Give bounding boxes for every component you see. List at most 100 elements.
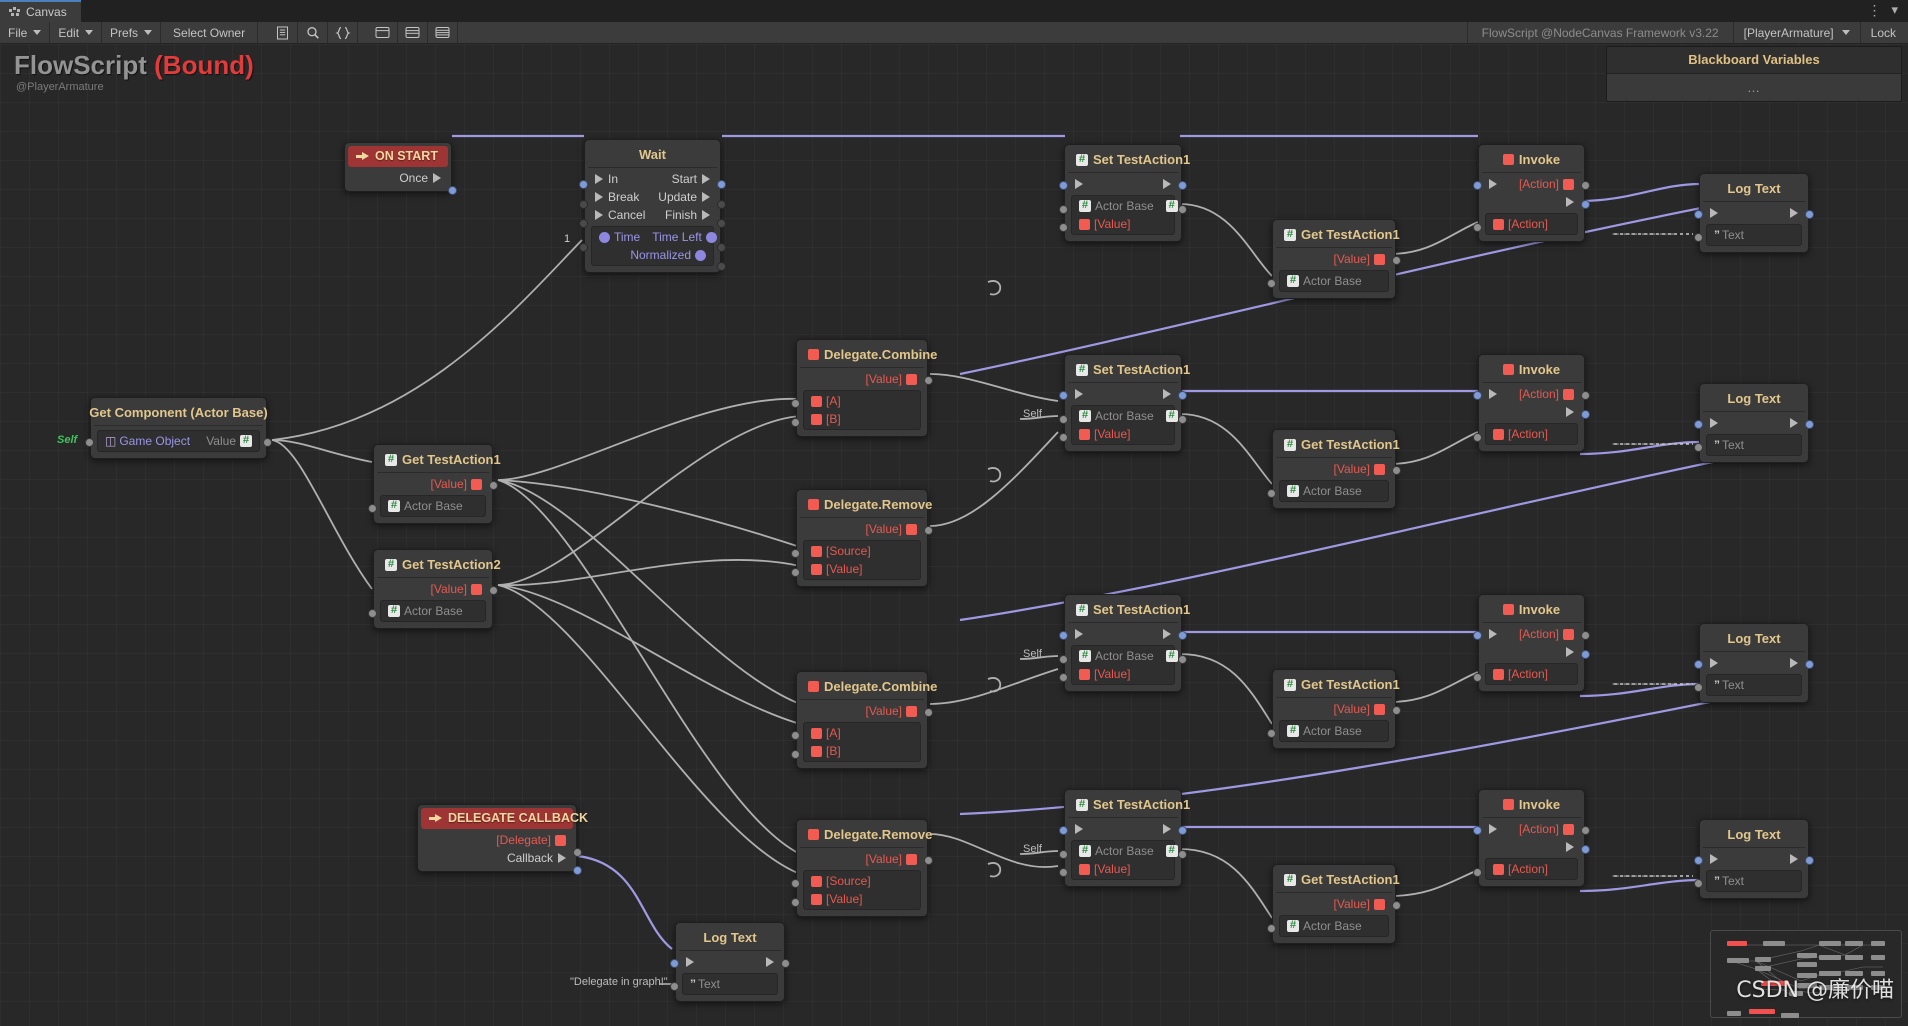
node-invoke-2[interactable]: Invoke [Action] [Action] xyxy=(1473,354,1590,452)
port-value-out[interactable]: [Value] xyxy=(800,370,924,388)
port-value[interactable]: [Value] xyxy=(1072,425,1174,443)
knob-value-out[interactable] xyxy=(1392,256,1401,265)
port-actor-base[interactable]: # Actor Base xyxy=(1280,917,1388,935)
knob-actor-base-out[interactable] xyxy=(1178,655,1187,664)
knob-actor-base-in[interactable] xyxy=(1059,415,1068,424)
knob-text-in[interactable] xyxy=(1694,879,1703,888)
port-a[interactable]: [A] xyxy=(804,392,920,410)
node-delegate-remove-2[interactable]: Delegate.Remove [Value] [Source] [Value] xyxy=(791,819,933,917)
knob-text-in[interactable] xyxy=(1694,443,1703,452)
knob-once-out[interactable] xyxy=(448,186,457,195)
knob-text-in[interactable] xyxy=(670,982,679,991)
knob-a-in[interactable] xyxy=(791,731,800,740)
node-delegate-combine-2[interactable]: Delegate.Combine [Value] [A] [B] xyxy=(791,671,937,769)
node-invoke-3[interactable]: Invoke [Action] [Action] xyxy=(1473,594,1590,692)
knob-flow-out[interactable] xyxy=(781,959,790,968)
port-break-update[interactable]: Break Update xyxy=(588,188,717,206)
knob-action-in[interactable] xyxy=(1473,223,1482,232)
knob-flow-in[interactable] xyxy=(1059,826,1068,835)
knob-actor-base-in[interactable] xyxy=(368,609,377,618)
knob-flow-in[interactable] xyxy=(1694,210,1703,219)
knob-a-in[interactable] xyxy=(791,399,800,408)
node-invoke-1[interactable]: Invoke [Action] [Action] xyxy=(1473,144,1590,242)
knob-flow-in[interactable] xyxy=(1059,391,1068,400)
knob-flow-in[interactable] xyxy=(1473,181,1482,190)
braces-icon[interactable] xyxy=(328,22,359,43)
knob-action-out[interactable] xyxy=(1581,631,1590,640)
port-value-out[interactable]: [Value] xyxy=(1276,895,1392,913)
knob-value-out[interactable] xyxy=(924,708,933,717)
knob-wait-timeleft[interactable] xyxy=(717,243,726,252)
knob-action-in[interactable] xyxy=(1473,868,1482,877)
port-text[interactable]: ” Text xyxy=(1707,872,1801,890)
port-value-out[interactable]: [Value] xyxy=(1276,460,1392,478)
knob-wait-update[interactable] xyxy=(717,200,726,209)
knob-flow-in[interactable] xyxy=(1473,391,1482,400)
port-flow-out[interactable] xyxy=(1482,403,1581,421)
knob-actor-base-in[interactable] xyxy=(1059,850,1068,859)
knob-actor-base-in[interactable] xyxy=(1267,489,1276,498)
port-value-out[interactable]: [Value] xyxy=(800,702,924,720)
knob-flow-out[interactable] xyxy=(1581,650,1590,659)
node-delegate-callback[interactable]: DELEGATE CALLBACK [Delegate] Callback xyxy=(417,804,588,875)
menu-file[interactable]: File xyxy=(0,22,51,43)
knob-actor-base-in[interactable] xyxy=(1267,279,1276,288)
port-action-in[interactable]: [Action] xyxy=(1486,215,1577,233)
port-game-object[interactable]: ◫ Game Object Value # xyxy=(98,432,259,450)
knob-value-in[interactable] xyxy=(1059,868,1068,877)
knob-action-in[interactable] xyxy=(1473,433,1482,442)
port-callback-out[interactable]: Callback xyxy=(421,849,573,867)
port-actor-base[interactable]: # Actor Base # xyxy=(1072,842,1178,860)
knob-value-out[interactable] xyxy=(1392,901,1401,910)
node-invoke-4[interactable]: Invoke [Action] [Action] xyxy=(1473,789,1590,887)
knob-actor-base-in[interactable] xyxy=(1267,729,1276,738)
port-actor-base[interactable]: # Actor Base xyxy=(381,602,485,620)
knob-value-out[interactable] xyxy=(489,481,498,490)
knob-flow-out[interactable] xyxy=(1581,410,1590,419)
knob-flow-out[interactable] xyxy=(1581,845,1590,854)
port-value-out[interactable]: [Value] xyxy=(1276,700,1392,718)
port-time-timeleft[interactable]: Time Time Left xyxy=(592,228,717,246)
knob-b-in[interactable] xyxy=(791,750,800,759)
knob-wait-break[interactable] xyxy=(579,200,588,209)
port-flow[interactable] xyxy=(1703,654,1805,672)
knob-text-in[interactable] xyxy=(1694,233,1703,242)
port-action-out[interactable]: [Action] xyxy=(1482,625,1581,643)
port-actor-base[interactable]: # Actor Base # xyxy=(1072,407,1178,425)
knob-flow-in[interactable] xyxy=(1059,181,1068,190)
knob-flow-in[interactable] xyxy=(1059,631,1068,640)
port-flow[interactable] xyxy=(1068,385,1178,403)
knob-flow-in[interactable] xyxy=(1473,631,1482,640)
port-a[interactable]: [A] xyxy=(804,724,920,742)
node-set-testaction1-2[interactable]: # Set TestAction1 # Actor Base # [Value] xyxy=(1059,354,1190,452)
port-text[interactable]: ” Text xyxy=(1707,436,1801,454)
knob-flow-in[interactable] xyxy=(1694,856,1703,865)
port-cancel-finish[interactable]: Cancel Finish xyxy=(588,206,717,224)
knob-value-out[interactable] xyxy=(924,526,933,535)
port-delegate-out[interactable]: [Delegate] xyxy=(421,831,573,849)
port-value-in[interactable]: [Value] xyxy=(804,890,920,908)
port-value-out[interactable]: [Value] xyxy=(1276,250,1392,268)
knob-flow-out[interactable] xyxy=(1805,420,1814,429)
knob-flow-out[interactable] xyxy=(1805,210,1814,219)
port-once-out[interactable]: Once xyxy=(348,169,448,187)
port-actor-base[interactable]: # Actor Base xyxy=(1280,482,1388,500)
knob-action-out[interactable] xyxy=(1581,181,1590,190)
knob-flow-out[interactable] xyxy=(1178,826,1187,835)
knob-wait-finish[interactable] xyxy=(717,219,726,228)
node-set-testaction1-4[interactable]: # Set TestAction1 # Actor Base # [Value] xyxy=(1059,789,1190,887)
node-log-text-2[interactable]: Log Text ” Text xyxy=(1694,383,1814,463)
port-value[interactable]: [Value] xyxy=(1072,665,1174,683)
port-action-out[interactable]: [Action] xyxy=(1482,385,1581,403)
menu-edit[interactable]: Edit xyxy=(50,22,103,43)
port-actor-base[interactable]: # Actor Base # xyxy=(1072,197,1178,215)
port-flow-out[interactable] xyxy=(1482,643,1581,661)
knob-actor-base-out[interactable] xyxy=(1178,205,1187,214)
node-log-text-1[interactable]: Log Text ” Text xyxy=(1694,173,1814,253)
node-get-testaction2[interactable]: # Get TestAction2 [Value] # Actor Base xyxy=(368,549,501,629)
knob-value-out[interactable] xyxy=(263,438,272,447)
node-get-testaction1-left[interactable]: # Get TestAction1 [Value] # Actor Base xyxy=(368,444,501,524)
port-value-out[interactable]: [Value] xyxy=(800,850,924,868)
more-options-icon[interactable]: ⋮ xyxy=(1867,3,1881,17)
knob-text-in[interactable] xyxy=(1694,683,1703,692)
